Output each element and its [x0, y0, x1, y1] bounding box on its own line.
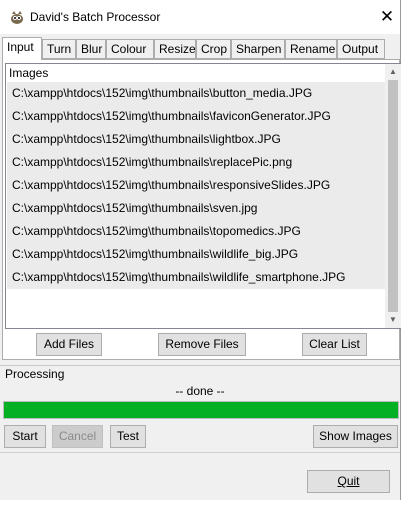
- cancel-button[interactable]: Cancel: [52, 425, 103, 448]
- processing-section: Processing -- done -- Start Cancel Test …: [0, 365, 400, 452]
- scrollbar-thumb[interactable]: [388, 80, 398, 312]
- list-item[interactable]: C:\xampp\htdocs\152\img\thumbnails\butto…: [7, 82, 387, 105]
- list-item[interactable]: C:\xampp\htdocs\152\img\thumbnails\wildl…: [7, 266, 387, 289]
- clear-list-button[interactable]: Clear List: [302, 333, 367, 356]
- title-bar: David's Batch Processor ✕: [0, 0, 400, 34]
- tab-sharpen[interactable]: Sharpen: [231, 39, 285, 59]
- background-edge-right: [401, 0, 407, 508]
- list-item[interactable]: C:\xampp\htdocs\152\img\thumbnails\sven.…: [7, 197, 387, 220]
- progress-bar-fill: [4, 402, 398, 418]
- input-tab-panel: Images C:\xampp\htdocs\152\img\thumbnail…: [2, 59, 401, 360]
- tab-turn[interactable]: Turn: [42, 39, 76, 59]
- add-files-button[interactable]: Add Files: [36, 333, 102, 356]
- test-button[interactable]: Test: [110, 425, 146, 448]
- progress-bar: [3, 401, 399, 419]
- processing-label: Processing: [5, 367, 65, 381]
- list-item[interactable]: C:\xampp\htdocs\152\img\thumbnails\topom…: [7, 220, 387, 243]
- scroll-down-arrow-icon[interactable]: ▼: [385, 312, 401, 328]
- images-list-header: Images: [9, 66, 49, 80]
- list-item[interactable]: C:\xampp\htdocs\152\img\thumbnails\light…: [7, 128, 387, 151]
- images-list-items: C:\xampp\htdocs\152\img\thumbnails\butto…: [7, 82, 387, 289]
- remove-files-button[interactable]: Remove Files: [158, 333, 246, 356]
- images-list-scrollbar[interactable]: ▲ ▼: [385, 64, 401, 328]
- batch-processor-window: David's Batch Processor ✕ Input Turn Blu…: [0, 0, 401, 500]
- tab-colour[interactable]: Colour: [106, 39, 154, 59]
- quit-label: Quit: [337, 474, 360, 488]
- show-images-button[interactable]: Show Images: [313, 425, 398, 448]
- list-item[interactable]: C:\xampp\htdocs\152\img\thumbnails\wildl…: [7, 243, 387, 266]
- tab-output[interactable]: Output: [337, 39, 385, 59]
- tab-crop[interactable]: Crop: [196, 39, 231, 59]
- processing-status: -- done --: [175, 384, 225, 398]
- scroll-up-arrow-icon[interactable]: ▲: [385, 64, 401, 80]
- start-button[interactable]: Start: [4, 425, 46, 448]
- tab-input[interactable]: Input: [2, 37, 42, 60]
- window-title: David's Batch Processor: [30, 10, 161, 24]
- tab-rename[interactable]: Rename: [285, 39, 337, 59]
- tab-blur[interactable]: Blur: [76, 39, 106, 59]
- section-divider: [0, 452, 400, 453]
- list-item[interactable]: C:\xampp\htdocs\152\img\thumbnails\respo…: [7, 174, 387, 197]
- gimp-app-icon: [11, 11, 23, 24]
- list-item[interactable]: C:\xampp\htdocs\152\img\thumbnails\favic…: [7, 105, 387, 128]
- images-list[interactable]: Images C:\xampp\htdocs\152\img\thumbnail…: [5, 63, 401, 329]
- background-edge-bottom: [0, 500, 407, 508]
- quit-button[interactable]: Quit: [307, 470, 390, 493]
- list-item[interactable]: C:\xampp\htdocs\152\img\thumbnails\repla…: [7, 151, 387, 174]
- tab-resize[interactable]: Resize: [154, 39, 196, 59]
- close-icon[interactable]: ✕: [376, 6, 398, 28]
